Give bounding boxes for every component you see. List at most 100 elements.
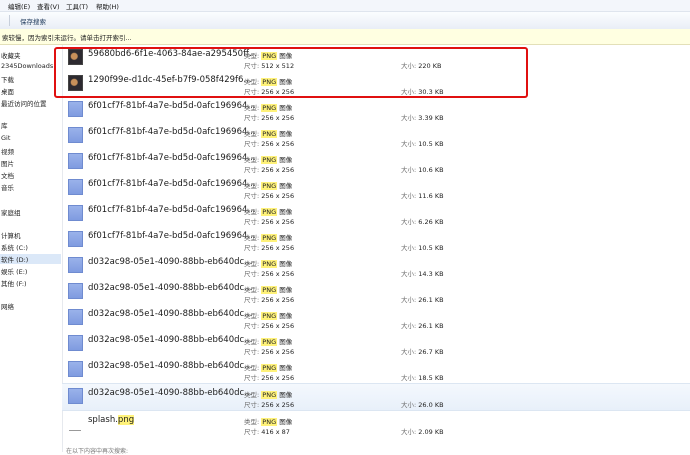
toolbar-separator: [9, 15, 10, 26]
file-dimensions: 尺寸: 256 x 256: [244, 270, 295, 278]
file-row[interactable]: d032ac98-05e1-4090-88bb-eb640dc... 类型: P…: [62, 279, 690, 305]
nav-item-git[interactable]: Git: [1, 134, 10, 142]
file-row[interactable]: 6f01cf7f-81bf-4a7e-bd5d-0afc196964... 类型…: [62, 201, 690, 227]
nav-item-drive-c[interactable]: 系统 (C:): [1, 242, 28, 252]
menu-edit[interactable]: 编辑(E): [8, 1, 30, 11]
file-name: 6f01cf7f-81bf-4a7e-bd5d-0afc196964...: [88, 101, 256, 111]
menu-tools[interactable]: 工具(T): [66, 1, 88, 11]
file-dimensions: 尺寸: 256 x 256: [244, 296, 295, 304]
file-size: 大小: 10.5 KB: [401, 140, 444, 148]
save-search-button[interactable]: 保存搜索: [20, 16, 46, 26]
info-bar-text: 索较慢，因为索引未运行。请单击打开索引...: [2, 34, 132, 42]
file-thumbnail: [69, 420, 81, 431]
file-thumbnail: [68, 257, 83, 273]
file-type: 类型: PNG 图像: [244, 338, 293, 346]
nav-item-drive-d[interactable]: 软件 (D:): [0, 254, 61, 264]
file-dimensions: 尺寸: 256 x 256: [244, 401, 295, 409]
file-thumbnail: [68, 361, 83, 377]
file-size: 大小: 11.6 KB: [401, 192, 444, 200]
index-info-bar[interactable]: 索较慢，因为索引未运行。请单击打开索引...: [0, 29, 690, 45]
menu-bar: 编辑(E) 查看(V) 工具(T) 帮助(H): [0, 0, 690, 12]
nav-item-libraries[interactable]: 库: [1, 120, 8, 130]
menu-help[interactable]: 帮助(H): [96, 1, 119, 11]
file-dimensions: 尺寸: 256 x 256: [244, 348, 295, 356]
file-row[interactable]: 6f01cf7f-81bf-4a7e-bd5d-0afc196964... 类型…: [62, 227, 690, 253]
file-size: 大小: 10.6 KB: [401, 166, 444, 174]
file-dimensions: 尺寸: 256 x 256: [244, 218, 295, 226]
file-size: 大小: 6.26 KB: [401, 218, 444, 226]
file-row[interactable]: d032ac98-05e1-4090-88bb-eb640dc... 类型: P…: [62, 331, 690, 357]
file-name: d032ac98-05e1-4090-88bb-eb640dc...: [88, 283, 253, 293]
nav-item-documents[interactable]: 文档: [1, 170, 14, 180]
nav-item-downloads[interactable]: 下载: [1, 74, 14, 84]
file-size: 大小: 14.3 KB: [401, 270, 444, 278]
file-type: 类型: PNG 图像: [244, 130, 293, 138]
file-name: d032ac98-05e1-4090-88bb-eb640dc...: [88, 361, 253, 371]
file-type: 类型: PNG 图像: [244, 391, 293, 399]
file-thumbnail: [68, 179, 83, 195]
file-row[interactable]: d032ac98-05e1-4090-88bb-eb640dc... 类型: P…: [62, 357, 690, 383]
nav-item-drive-e[interactable]: 娱乐 (E:): [1, 266, 27, 276]
file-type: 类型: PNG 图像: [244, 364, 293, 372]
file-type: 类型: PNG 图像: [244, 312, 293, 320]
file-type: 类型: PNG 图像: [244, 234, 293, 242]
file-name: d032ac98-05e1-4090-88bb-eb640dc...: [88, 257, 253, 267]
file-dimensions: 尺寸: 256 x 256: [244, 192, 295, 200]
file-dimensions: 尺寸: 256 x 256: [244, 322, 295, 330]
search-results-list: 59680bd6-6f1e-4063-84ae-a295450ff... 类型:…: [62, 45, 690, 452]
file-name: 6f01cf7f-81bf-4a7e-bd5d-0afc196964...: [88, 127, 256, 137]
nav-item-music[interactable]: 音乐: [1, 182, 14, 192]
file-size: 大小: 2.09 KB: [401, 428, 444, 436]
file-thumbnail: [68, 309, 83, 325]
file-size: 大小: 26.1 KB: [401, 296, 444, 304]
nav-item-desktop[interactable]: 桌面: [1, 86, 14, 96]
file-row[interactable]: splash.png 类型: PNG 图像 尺寸: 416 x 87 大小: 2…: [62, 411, 690, 437]
file-thumbnail: [68, 231, 83, 247]
file-size: 大小: 26.1 KB: [401, 322, 444, 330]
file-dimensions: 尺寸: 256 x 256: [244, 140, 295, 148]
nav-item-favorites[interactable]: 收藏夹: [1, 50, 21, 60]
nav-item-2345downloads[interactable]: 2345Downloads: [1, 62, 53, 70]
file-size: 大小: 18.5 KB: [401, 374, 444, 382]
file-type: 类型: PNG 图像: [244, 286, 293, 294]
file-type: 类型: PNG 图像: [244, 260, 293, 268]
file-row[interactable]: 6f01cf7f-81bf-4a7e-bd5d-0afc196964... 类型…: [62, 97, 690, 123]
file-type: 类型: PNG 图像: [244, 156, 293, 164]
search-again-label: 在以下内容中再次搜索:: [66, 448, 129, 455]
nav-item-videos[interactable]: 视频: [1, 146, 14, 156]
nav-item-drive-f[interactable]: 其他 (F:): [1, 278, 27, 288]
file-row[interactable]: 6f01cf7f-81bf-4a7e-bd5d-0afc196964... 类型…: [62, 175, 690, 201]
file-thumbnail: [68, 127, 83, 143]
file-name: d032ac98-05e1-4090-88bb-eb640dc...: [88, 335, 253, 345]
file-type: 类型: PNG 图像: [244, 182, 293, 190]
file-name: splash.png: [88, 415, 135, 425]
nav-item-homegroup[interactable]: 家庭组: [1, 207, 21, 217]
file-name: d032ac98-05e1-4090-88bb-eb640dc...: [88, 388, 253, 398]
file-row[interactable]: d032ac98-05e1-4090-88bb-eb640dc... 类型: P…: [62, 253, 690, 279]
nav-item-pictures[interactable]: 图片: [1, 158, 14, 168]
file-thumbnail: [68, 388, 83, 404]
annotation-highlight-box: [54, 47, 528, 98]
file-name: 6f01cf7f-81bf-4a7e-bd5d-0afc196964...: [88, 153, 256, 163]
nav-item-network[interactable]: 网络: [1, 301, 14, 311]
file-size: 大小: 3.39 KB: [401, 114, 444, 122]
file-dimensions: 尺寸: 416 x 87: [244, 428, 290, 436]
file-type: 类型: PNG 图像: [244, 418, 293, 426]
file-thumbnail: [68, 335, 83, 351]
file-row[interactable]: d032ac98-05e1-4090-88bb-eb640dc... 类型: P…: [62, 305, 690, 331]
toolbar: 保存搜索: [0, 12, 690, 30]
file-row-hovered[interactable]: d032ac98-05e1-4090-88bb-eb640dc... 类型: P…: [62, 383, 690, 411]
file-row[interactable]: 6f01cf7f-81bf-4a7e-bd5d-0afc196964... 类型…: [62, 123, 690, 149]
file-dimensions: 尺寸: 256 x 256: [244, 166, 295, 174]
file-row[interactable]: 6f01cf7f-81bf-4a7e-bd5d-0afc196964... 类型…: [62, 149, 690, 175]
file-name: d032ac98-05e1-4090-88bb-eb640dc...: [88, 309, 253, 319]
menu-view[interactable]: 查看(V): [37, 1, 60, 11]
file-thumbnail: [68, 101, 83, 117]
file-dimensions: 尺寸: 256 x 256: [244, 114, 295, 122]
file-thumbnail: [68, 283, 83, 299]
nav-item-computer[interactable]: 计算机: [1, 230, 21, 240]
nav-item-recent[interactable]: 最近访问的位置: [1, 98, 47, 108]
file-name: 6f01cf7f-81bf-4a7e-bd5d-0afc196964...: [88, 205, 256, 215]
file-type: 类型: PNG 图像: [244, 208, 293, 216]
file-name: 6f01cf7f-81bf-4a7e-bd5d-0afc196964...: [88, 231, 256, 241]
